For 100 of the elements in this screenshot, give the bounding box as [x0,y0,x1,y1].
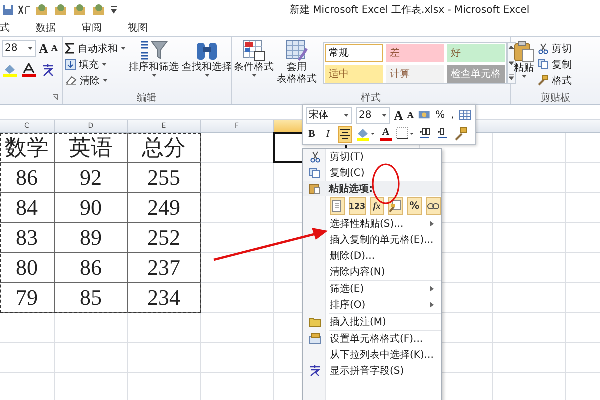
ribbon-button[interactable]: 填充 [65,57,126,72]
ribbon-button[interactable]: 复制 [538,57,572,72]
function-icon[interactable] [17,4,31,16]
caret-icon [522,75,526,78]
context-menu-item[interactable]: 显示拼音字段(S) [303,363,441,379]
ribbon-tab[interactable]: 数据 [36,21,56,35]
grow-font-button[interactable]: A [394,108,404,122]
paste-button[interactable]: 粘贴 [513,40,535,91]
phonetic-icon [309,365,321,377]
caret-icon [121,47,126,50]
table-cell: 英语 [55,133,128,163]
center-align-button[interactable] [338,126,352,142]
context-menu-item[interactable]: 从下拉列表中选择(K)... [303,347,441,363]
paste-option-button[interactable]: fx [370,197,384,215]
ribbon-tab[interactable]: 视图 [128,21,148,35]
table-cell: 86 [0,163,55,193]
ribbon-button[interactable]: 查找和选择 [182,40,232,91]
ribbon-button[interactable]: 套用 表格格式 [277,40,317,91]
shrink-font-button[interactable]: A [51,44,58,53]
font-color-icon[interactable] [21,63,37,77]
decrease-decimal-icon[interactable] [436,127,450,141]
group-label: 样式 [361,92,381,104]
paste-option-button[interactable]: 123 [348,197,366,215]
caret-icon [252,74,256,77]
grow-font-button[interactable]: A [39,42,48,55]
sort-filter-icon [139,40,169,62]
table-icon[interactable] [459,108,472,122]
ribbon-tab[interactable]: 式 [0,21,10,35]
bold-button[interactable]: B [306,126,318,142]
border-icon[interactable] [396,127,414,141]
comma-button[interactable]: , [450,110,456,120]
context-menu-item[interactable]: 选择性粘贴(S)... [303,216,441,232]
group-label: 剪贴板 [540,92,570,104]
eraser-icon [65,75,77,86]
cell-style-option[interactable]: 差 [386,44,444,62]
ribbon-button[interactable]: 剪切 [538,41,572,56]
folder-icon [309,317,321,327]
context-menu-item[interactable]: 排序(O) [303,297,441,313]
context-menu-item[interactable]: 插入复制的单元格(E)... [303,232,441,248]
shrink-font-button[interactable]: A [407,110,414,120]
caret-icon [344,114,349,116]
cell-style-option[interactable]: 适中 [325,65,383,83]
context-menu-item[interactable]: 剪切(T) [303,149,441,165]
ribbon-button[interactable]: 条件格式 [234,40,274,91]
customize-icon[interactable] [110,4,118,16]
brush-icon [389,200,402,212]
table-cell: 83 [0,223,55,253]
scissors-icon [538,43,549,54]
context-menu-item[interactable]: 筛选(E) [303,281,441,297]
toolbar-icon[interactable] [53,3,69,17]
table-cell: 数学 [0,133,55,163]
paste-option-button[interactable]: % [407,197,422,215]
table-cell: 86 [55,253,128,283]
dialog-launcher-icon[interactable] [52,94,59,101]
table-cell: 249 [128,193,201,223]
context-menu-item[interactable]: 复制(C) [303,165,441,181]
font-color-button[interactable]: A [380,127,392,141]
paste-option-button[interactable] [330,197,345,215]
gallery-scrollbar[interactable] [507,42,516,84]
caret-icon [103,79,108,82]
paste-option-button[interactable] [388,197,404,215]
cell-style-option[interactable]: 好 [447,44,505,62]
clipboard-icon [513,41,535,63]
group-label: 编辑 [137,92,157,104]
menu-section-label: 粘贴选项: [328,182,373,196]
paste-option-button[interactable] [426,197,442,215]
caret-icon [102,63,107,66]
submenu-arrow-icon [429,220,435,228]
cell-style-option[interactable]: 常规 [325,44,383,62]
context-menu-item[interactable]: 插入批注(M) [303,314,441,330]
context-menu-item[interactable]: 删除(D)... [303,248,441,264]
percent-button[interactable]: % [434,110,446,120]
fill-color-icon[interactable] [356,127,376,141]
increase-decimal-icon[interactable] [418,127,432,141]
font-size-field[interactable]: 28 [2,40,36,57]
phonetic-icon[interactable] [40,63,56,77]
ribbon-button[interactable]: 排序和筛选 [129,40,179,91]
context-menu-item[interactable]: 设置单元格格式(F)... [303,331,441,347]
font-name-field[interactable]: 宋体 [306,106,352,124]
ribbon-button[interactable]: 格式 [538,73,572,88]
save-icon[interactable] [2,4,14,16]
font-size-field[interactable]: 28 [356,106,390,124]
context-menu-item[interactable]: 清除内容(N) [303,264,441,280]
format-painter-icon[interactable] [454,127,468,141]
table-cell: 237 [128,253,201,283]
clipboard-icon [309,182,321,194]
italic-button[interactable]: I [322,126,334,142]
ribbon-tab[interactable]: 审阅 [82,21,102,35]
ribbon-button[interactable]: 自动求和 [65,41,126,56]
toolbar-icon[interactable] [72,3,88,17]
caret-icon [152,74,156,77]
table-cell: 234 [128,283,201,313]
table-style-icon [284,40,310,62]
format-cells-icon [308,333,322,345]
fill-color-icon[interactable] [2,63,18,77]
brush-icon [538,75,549,86]
ribbon-button[interactable]: 清除 [65,73,126,88]
table-cell: 90 [55,193,128,223]
copy-icon [309,168,321,178]
cell-style-option[interactable]: 计算 [386,65,444,83]
